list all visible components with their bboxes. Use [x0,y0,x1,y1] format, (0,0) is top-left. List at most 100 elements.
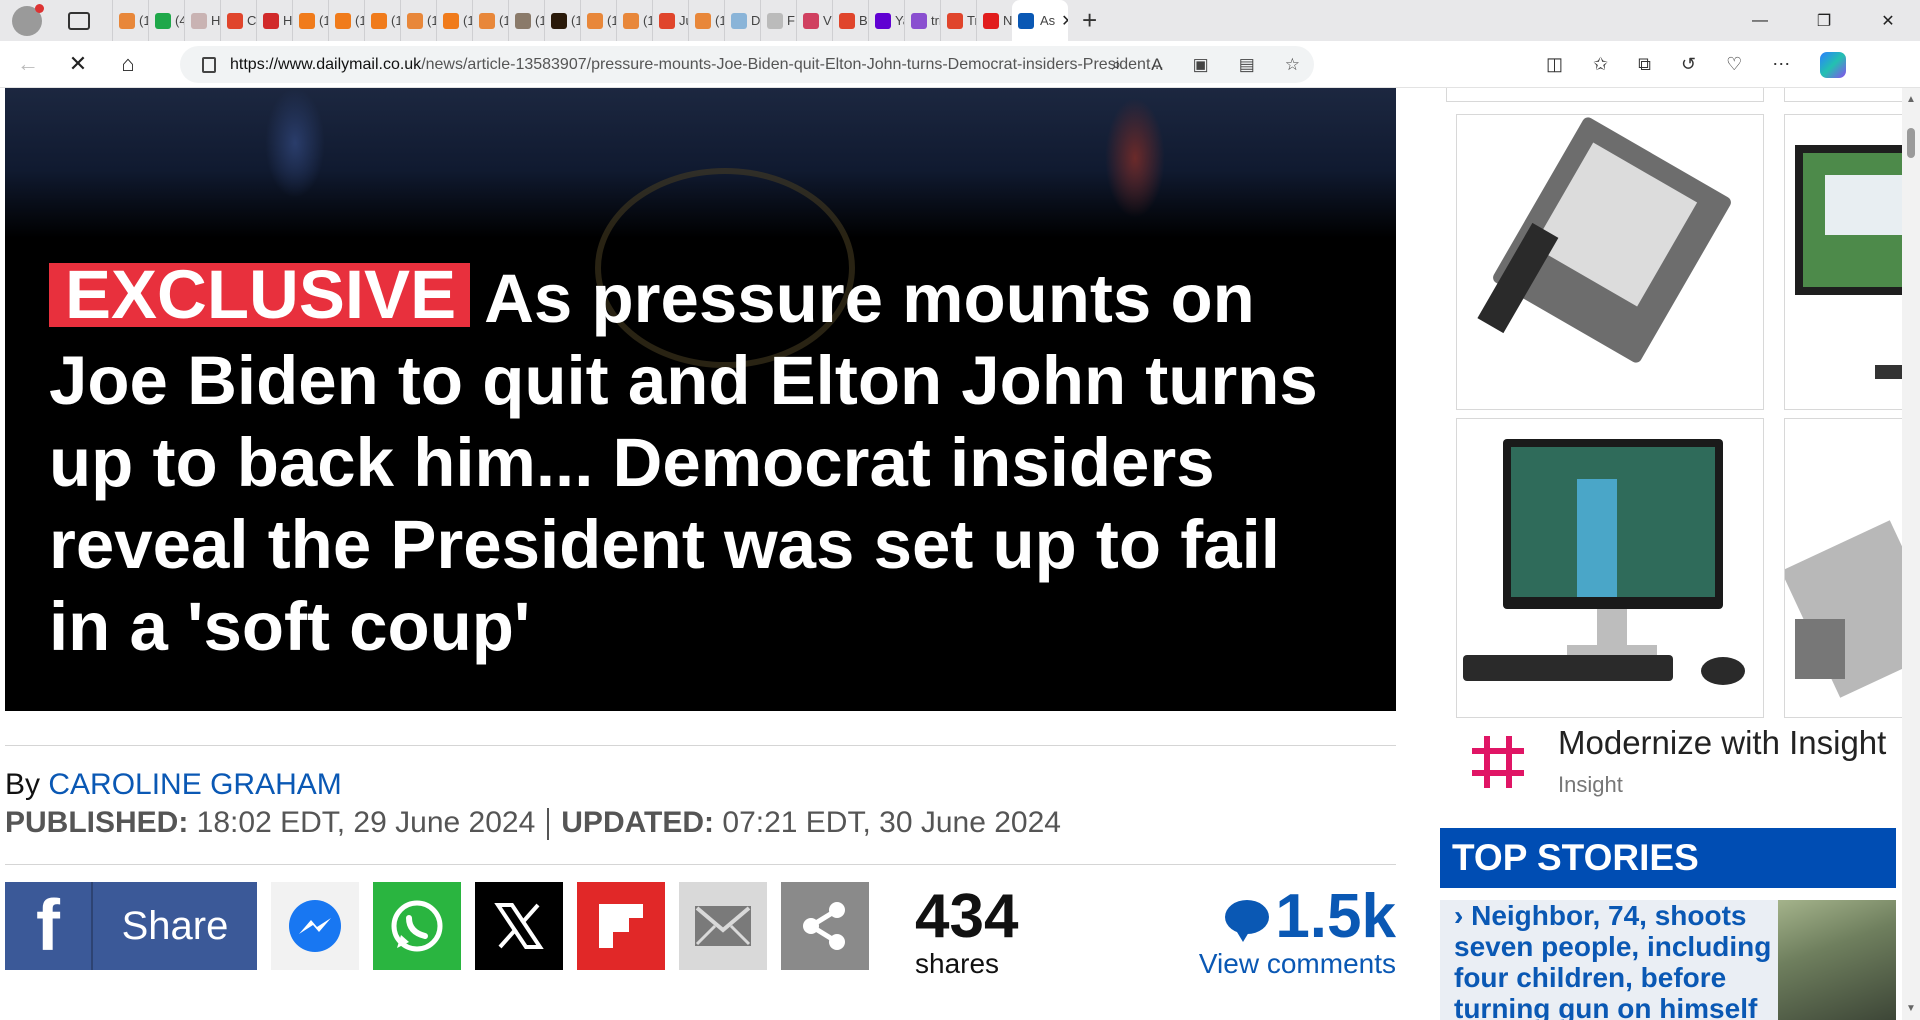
browser-essentials-icon[interactable]: ♡ [1726,54,1742,75]
browser-tab[interactable]: tri [904,0,940,41]
ad-product-all-in-one-pc[interactable] [1456,418,1764,718]
copilot-icon[interactable] [1820,51,1847,78]
favorite-star-icon[interactable]: ☆ [1285,55,1300,75]
ad-title[interactable]: Modernize with Insight [1558,724,1886,762]
top-story-text[interactable]: › Neighbor, 74, shoots seven people, inc… [1454,900,1774,1020]
tab-favicon-icon [803,12,819,29]
browser-tab[interactable]: Jul [652,0,688,41]
browser-tab[interactable]: (1( [112,0,148,41]
scroll-down-arrow-icon[interactable]: ▼ [1906,1003,1916,1014]
app-available-icon[interactable]: ▣ [1193,55,1209,75]
home-button[interactable]: ⌂ [106,51,150,77]
stop-loading-button[interactable]: ✕ [56,51,100,77]
more-menu-icon[interactable]: ⋯ [1772,54,1790,75]
tab-favicon-icon [947,12,963,29]
email-share-button[interactable] [679,882,767,970]
history-icon[interactable]: ↺ [1681,54,1696,75]
browser-tab[interactable]: Ca [220,0,256,41]
email-icon [695,906,751,946]
ad-product-card[interactable] [1446,88,1764,102]
browser-tab[interactable]: Ba [832,0,868,41]
browser-tab[interactable]: (1( [436,0,472,41]
top-stories-heading[interactable]: TOP STORIES [1440,828,1896,888]
messenger-icon [289,900,341,952]
favorites-icon[interactable]: ✩ [1593,54,1608,75]
tab-label: (1( [607,13,616,28]
ad-product-card[interactable] [1784,88,1904,102]
ad-brand[interactable]: Insight [1558,772,1623,798]
browser-tab[interactable]: (1( [400,0,436,41]
page-scrollbar[interactable]: ▲ ▼ [1902,88,1920,1020]
scroll-up-arrow-icon[interactable]: ▲ [1906,94,1916,105]
url-text[interactable]: https://www.dailymail.co.uk/news/article… [230,56,1256,74]
tab-favicon-icon [983,12,999,29]
maximize-button[interactable]: ❐ [1792,0,1856,41]
browser-tab[interactable]: (1( [292,0,328,41]
tab-favicon-icon [767,12,783,29]
tab-label: (1( [535,13,544,28]
publish-dates: PUBLISHED: 18:02 EDT, 29 June 2024 UPDATE… [5,806,1061,841]
tab-label: Jul [679,13,688,28]
close-window-button[interactable]: ✕ [1856,0,1920,41]
tab-favicon-icon [443,12,459,29]
back-button[interactable]: ← [6,51,50,77]
more-share-button[interactable] [781,882,869,970]
share-count-label: shares [915,948,1000,979]
close-tab-icon[interactable]: ✕ [1061,11,1068,31]
insight-advert[interactable]: Modernize with Insight Insight [1440,88,1904,808]
ad-product-transceiver[interactable] [1784,418,1904,718]
share-count: 434 shares [915,886,1018,980]
immersive-reader-icon[interactable]: ▤ [1239,55,1255,75]
browser-tab[interactable]: (1( [472,0,508,41]
ad-product-hard-drive[interactable] [1456,114,1764,410]
new-tab-button[interactable]: + [1082,5,1097,36]
profile-avatar[interactable] [12,3,44,36]
browser-tab[interactable]: (1( [364,0,400,41]
ad-product-monitor[interactable] [1784,114,1904,410]
tab-favicon-icon [407,12,423,29]
whatsapp-share-button[interactable] [373,882,461,970]
author-link[interactable]: CAROLINE GRAHAM [48,768,341,801]
top-story-item[interactable]: › Neighbor, 74, shoots seven people, inc… [1440,900,1896,1020]
view-comments-label[interactable]: View comments [1199,948,1396,980]
scrollbar-thumb[interactable] [1907,128,1915,158]
lock-icon[interactable] [202,56,216,73]
address-bar[interactable]: https://www.dailymail.co.uk/news/article… [180,46,1314,83]
tab-favicon-icon [155,12,171,29]
top-story-headline[interactable]: Neighbor, 74, shoots seven people, inclu… [1454,900,1771,1020]
browser-tab[interactable]: Vic [796,0,832,41]
zoom-icon[interactable]: ⌕ [1112,55,1122,75]
browser-tab[interactable]: Da [724,0,760,41]
x-share-button[interactable] [475,882,563,970]
browser-tab[interactable]: Ne [976,0,1012,41]
tab-label: Ya [895,13,904,28]
exclusive-badge: EXCLUSIVE [49,260,471,329]
browser-tab[interactable]: Ya [868,0,904,41]
browser-tab[interactable]: (4: [148,0,184,41]
read-aloud-icon[interactable]: A [1151,55,1162,75]
browser-tab[interactable]: (1( [328,0,364,41]
tab-active[interactable]: As ✕ [1012,0,1068,41]
browser-tab[interactable]: (1( [580,0,616,41]
browser-tab[interactable]: Hc [184,0,220,41]
facebook-share-button[interactable]: f Share [5,882,257,970]
browser-tab[interactable]: FD [760,0,796,41]
top-story-thumbnail[interactable] [1778,900,1896,1020]
minimize-button[interactable]: — [1728,0,1792,41]
browser-tab[interactable]: Hc [256,0,292,41]
browser-tab[interactable]: (1( [688,0,724,41]
browser-tab[interactable]: Tri [940,0,976,41]
window-controls: — ❐ ✕ [1728,0,1920,41]
flipboard-share-button[interactable] [577,882,665,970]
collections-icon[interactable]: ⧉ [1638,54,1651,75]
tab-actions-icon[interactable] [68,11,90,30]
tab-label: As [1040,13,1056,28]
comments-link[interactable]: 1.5k View comments [1199,886,1396,980]
browser-tab[interactable]: (1( [544,0,580,41]
messenger-share-button[interactable] [271,882,359,970]
browser-tab[interactable]: (1( [616,0,652,41]
split-screen-icon[interactable]: ◫ [1546,54,1563,75]
tab-label: Ne [1003,13,1012,28]
browser-tab[interactable]: (1( [508,0,544,41]
tab-favicon-icon [479,12,495,29]
